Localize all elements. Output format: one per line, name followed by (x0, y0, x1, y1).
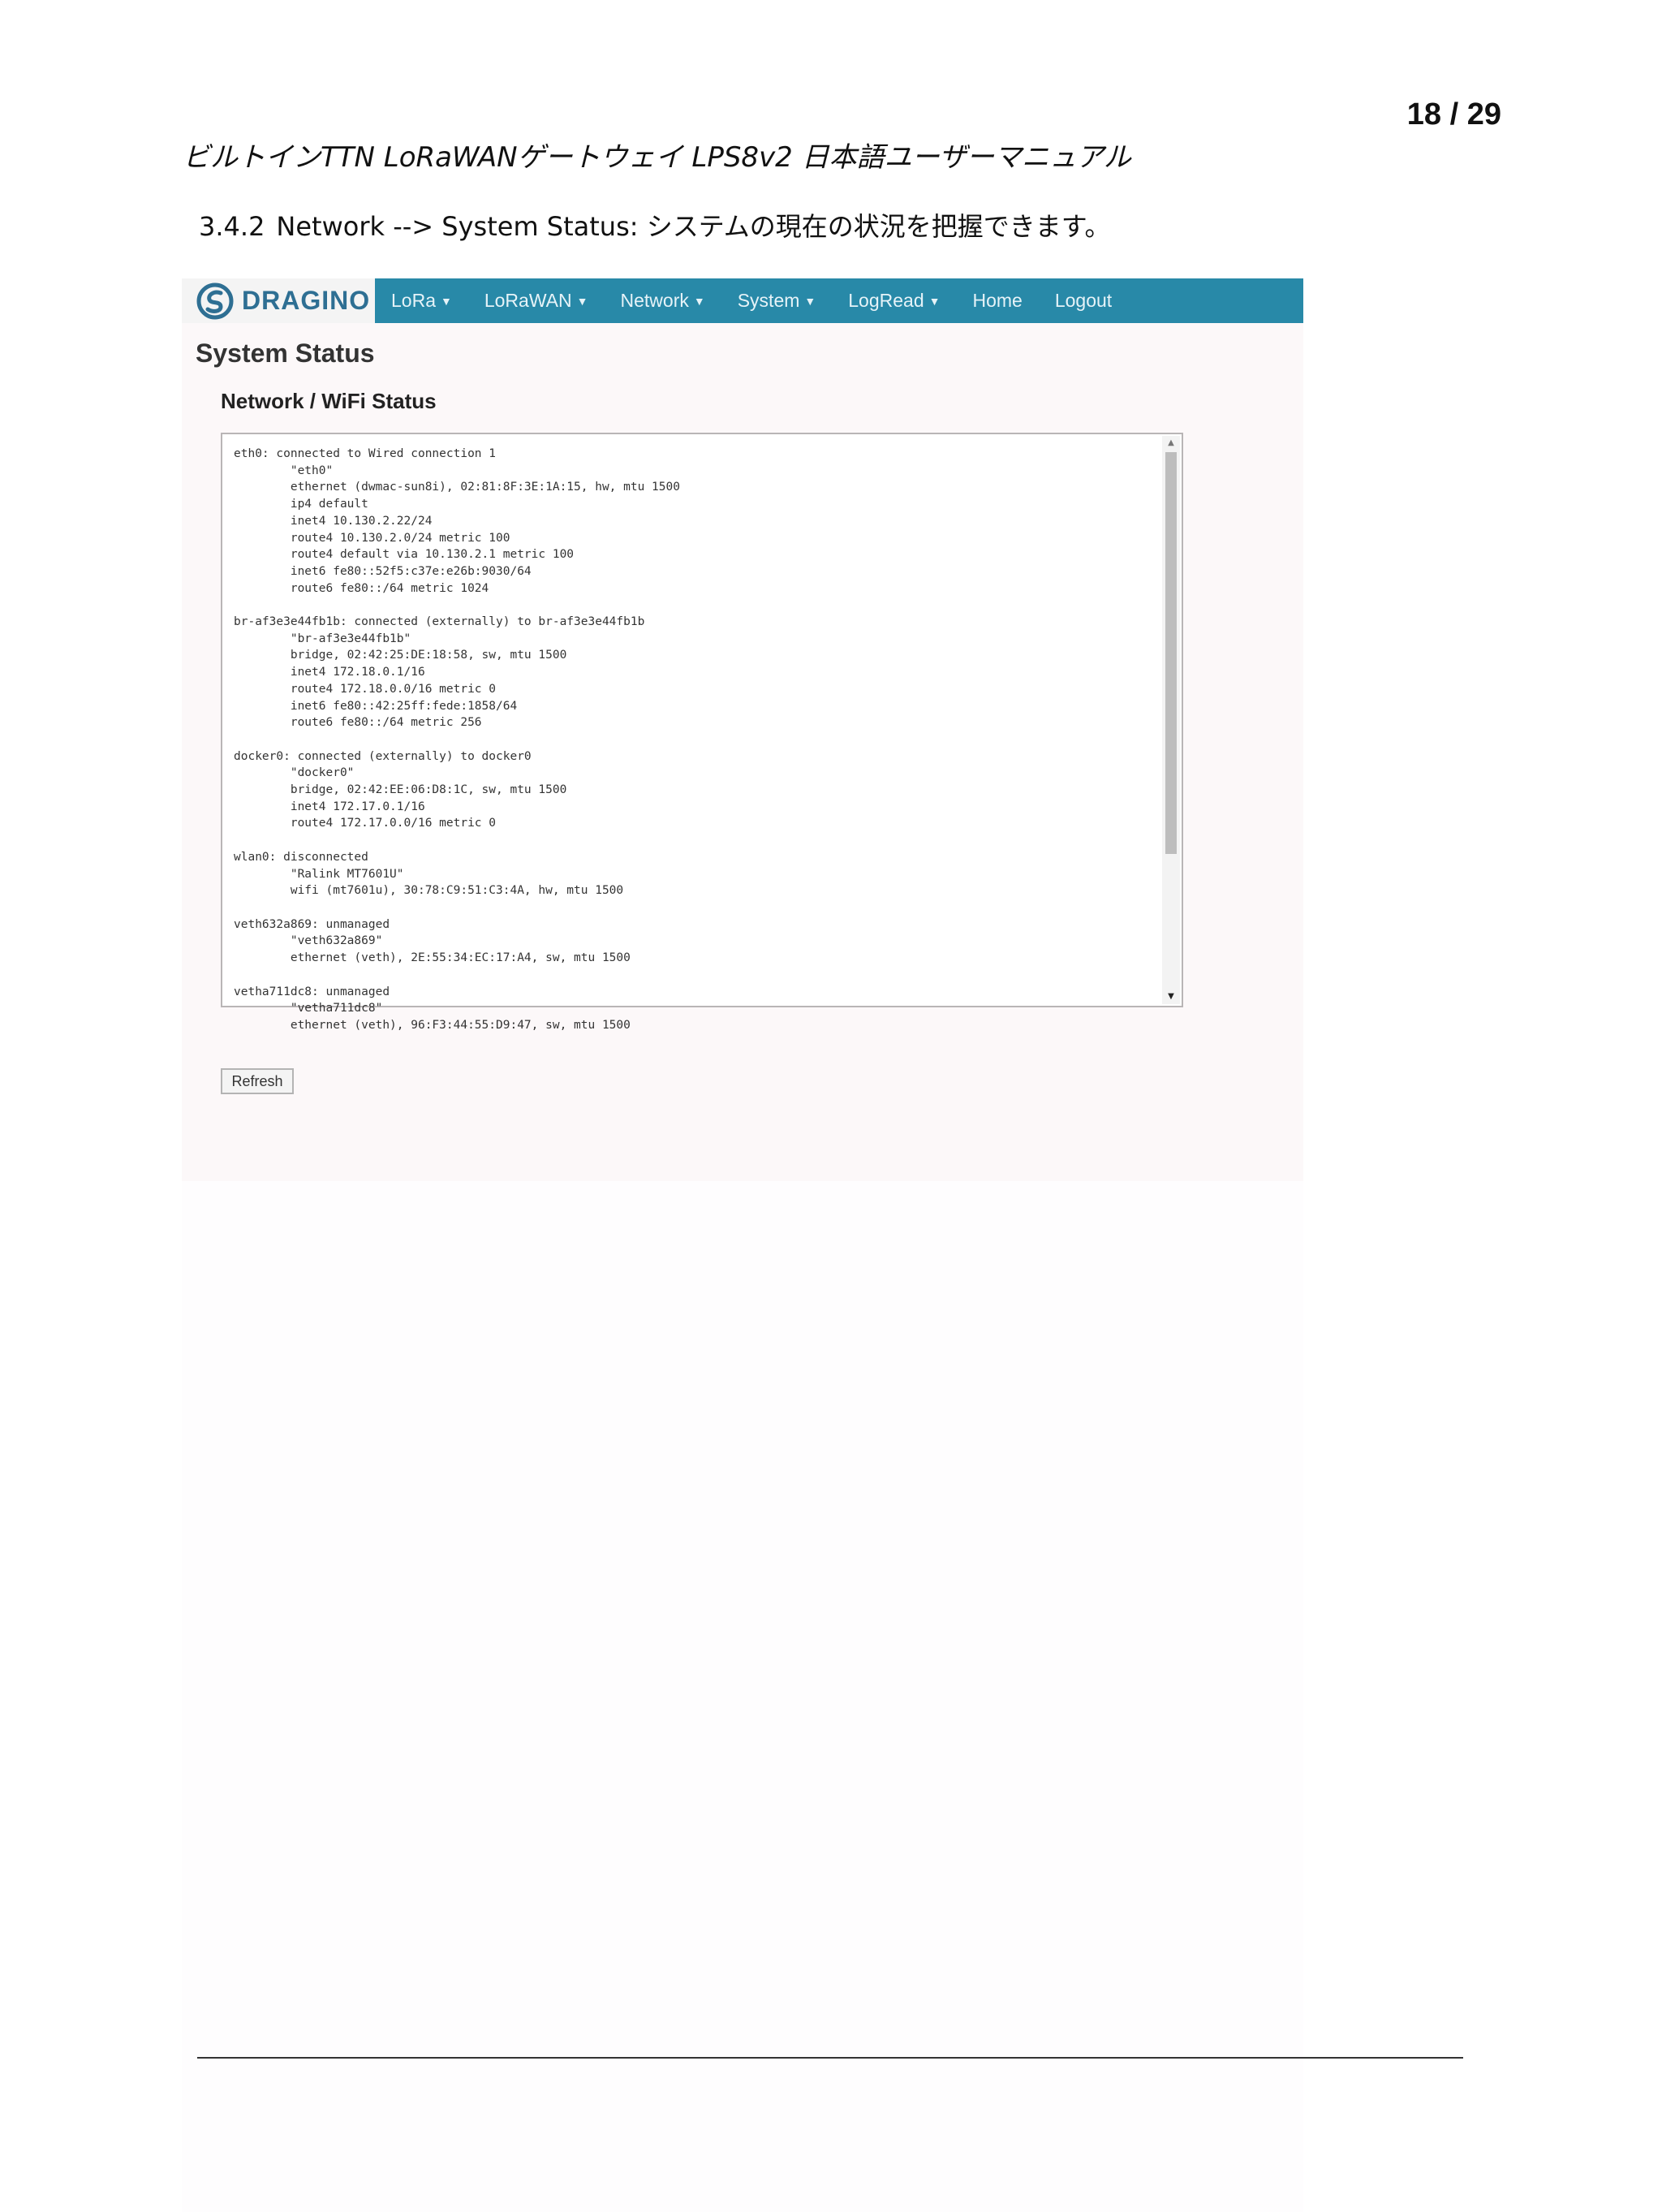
caret-down-icon: ▼ (693, 294, 705, 308)
top-nav-bar: DRAGINO LoRa ▼ LoRaWAN ▼ Network ▼ System ▼ … (182, 278, 1303, 323)
network-status-textarea[interactable]: eth0: connected to Wired connection 1 "e… (221, 433, 1183, 1032)
scroll-up-icon[interactable]: ▲ (1162, 436, 1180, 451)
section-heading: 3.4.2 Network --> System Status: システムの現在の… (199, 206, 1122, 244)
network-status-text: eth0: connected to Wired connection 1 "e… (234, 447, 680, 1032)
document-title: ビルトインTTN LoRaWANゲートウェイ LPS8v2 日本語ユーザーマニュ… (183, 141, 1131, 174)
nav-label: LoRaWAN (484, 290, 572, 311)
brand-logo-area[interactable]: DRAGINO (182, 278, 375, 323)
brand-name: DRAGINO (242, 286, 371, 315)
caret-down-icon: ▼ (440, 294, 452, 308)
section-heading-text: Network --> System Status: システムの現在の状況を把握… (276, 211, 1111, 242)
page-title: System Status (196, 338, 375, 368)
nav-item-system[interactable]: System ▼ (738, 290, 816, 312)
footer-divider (197, 2057, 1463, 2059)
caret-down-icon: ▼ (928, 294, 941, 308)
section-number: 3.4.2 (199, 211, 265, 242)
dragino-logo-icon (196, 282, 234, 319)
nav-label: Logout (1054, 290, 1113, 311)
caret-down-icon: ▼ (576, 294, 588, 308)
nav-menu: LoRa ▼ LoRaWAN ▼ Network ▼ System ▼ LogRead ▼… (375, 278, 1128, 323)
nav-item-logread[interactable]: LogRead ▼ (848, 290, 940, 312)
nav-item-lora[interactable]: LoRa ▼ (391, 290, 452, 312)
nav-label: LoRa (391, 290, 436, 311)
nav-label: LogRead (848, 290, 924, 311)
page-number: 18 / 29 (1406, 97, 1501, 132)
caret-down-icon: ▼ (804, 294, 816, 308)
scrollbar-thumb[interactable] (1165, 452, 1177, 854)
nav-item-network[interactable]: Network ▼ (621, 290, 705, 312)
nav-item-home[interactable]: Home (972, 290, 1022, 312)
nav-label: Network (620, 290, 689, 311)
system-status-screenshot: DRAGINO LoRa ▼ LoRaWAN ▼ Network ▼ System ▼ … (182, 278, 1303, 1181)
nav-label: System (737, 290, 800, 311)
refresh-button[interactable]: Refresh (221, 1068, 294, 1094)
nav-label: Home (972, 290, 1023, 311)
nav-item-lorawan[interactable]: LoRaWAN ▼ (484, 290, 588, 312)
scroll-down-icon[interactable]: ▼ (1162, 990, 1180, 1004)
vertical-scrollbar[interactable]: ▲ ▼ (1162, 436, 1180, 1004)
nav-item-logout[interactable]: Logout (1055, 290, 1112, 312)
section-title: Network / WiFi Status (221, 389, 437, 413)
